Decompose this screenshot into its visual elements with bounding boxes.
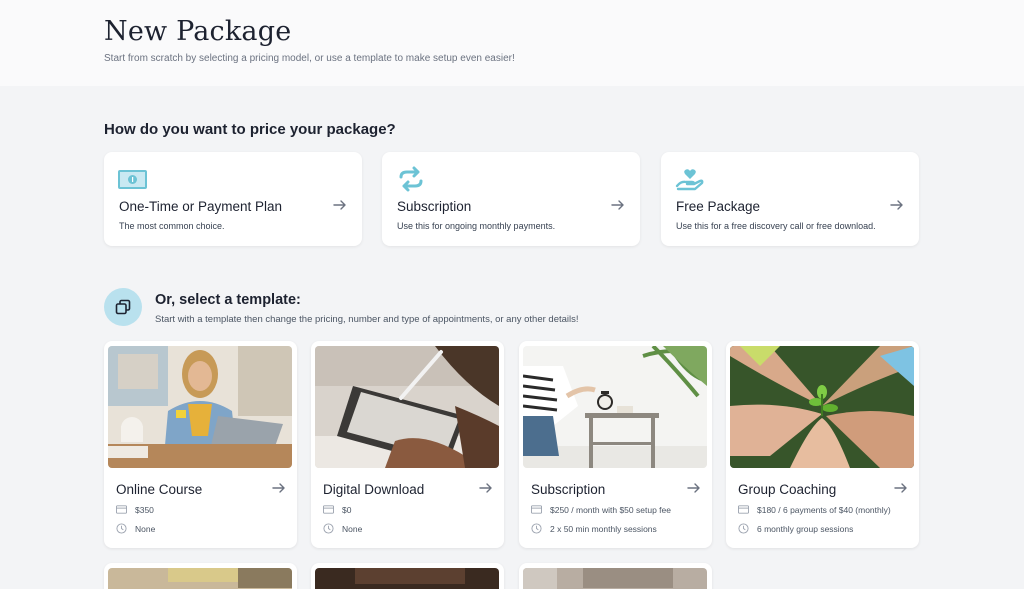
arrow-right-icon	[479, 483, 492, 493]
repeat-arrows-icon	[399, 166, 423, 192]
credit-card-icon	[116, 505, 127, 514]
clock-icon	[738, 523, 749, 534]
template-card-digital-download[interactable]: Digital Download $0 None	[311, 341, 504, 548]
credit-card-icon	[738, 505, 749, 514]
pricing-option-description: Use this for ongoing monthly payments.	[397, 221, 556, 231]
pricing-option-title: One-Time or Payment Plan	[119, 199, 283, 214]
template-name: Group Coaching	[738, 482, 837, 497]
pricing-option-subscription[interactable]: Subscription Use this for ongoing monthl…	[382, 152, 640, 246]
template-card-partial[interactable]	[104, 563, 297, 589]
clock-icon	[323, 523, 334, 534]
template-photo	[108, 568, 292, 589]
template-photo	[315, 568, 499, 589]
pricing-heading: How do you want to price your package?	[104, 121, 396, 138]
template-price-text: $180 / 6 payments of $40 (monthly)	[757, 504, 891, 515]
template-sessions: None	[323, 523, 362, 534]
clock-icon	[116, 523, 127, 534]
money-bill-icon	[118, 170, 147, 189]
pricing-option-title: Subscription	[397, 199, 472, 214]
hands-plant-photo	[730, 346, 914, 468]
template-name: Subscription	[531, 482, 606, 497]
template-sessions-text: 2 x 50 min monthly sessions	[550, 523, 657, 534]
arrow-right-icon	[687, 483, 700, 493]
arrow-right-icon	[890, 200, 903, 210]
template-sessions: 2 x 50 min monthly sessions	[531, 523, 657, 534]
page-subtitle: Start from scratch by selecting a pricin…	[104, 53, 515, 64]
template-sessions-text: None	[135, 523, 156, 534]
tablet-stylus-photo	[315, 346, 499, 468]
template-photo	[523, 568, 707, 589]
pricing-option-free[interactable]: Free Package Use this for a free discove…	[661, 152, 919, 246]
template-price: $0	[323, 504, 351, 515]
pricing-option-description: The most common choice.	[119, 221, 225, 231]
template-card-partial[interactable]	[311, 563, 504, 589]
arrow-right-icon	[611, 200, 624, 210]
arrow-right-icon	[333, 200, 346, 210]
template-price-text: $250 / month with $50 setup fee	[550, 504, 671, 515]
template-price-text: $0	[342, 504, 352, 515]
template-sessions: 6 monthly group sessions	[738, 523, 853, 534]
arrow-right-icon	[894, 483, 907, 493]
page-header: New Package Start from scratch by select…	[0, 0, 1024, 86]
template-card-online-course[interactable]: Online Course $350 None	[104, 341, 297, 548]
template-price: $350	[116, 504, 154, 515]
template-card-subscription[interactable]: Subscription $250 / month with $50 setup…	[519, 341, 712, 548]
page-title: New Package	[104, 16, 292, 47]
pricing-option-one-time[interactable]: One-Time or Payment Plan The most common…	[104, 152, 362, 246]
template-price-text: $350	[135, 504, 154, 515]
template-price: $180 / 6 payments of $40 (monthly)	[738, 504, 891, 515]
template-sessions-text: 6 monthly group sessions	[757, 523, 854, 534]
template-name: Online Course	[116, 482, 203, 497]
templates-subheading: Start with a template then change the pr…	[155, 314, 579, 325]
template-card-group-coaching[interactable]: Group Coaching $180 / 6 payments of $40 …	[726, 341, 919, 548]
template-card-partial[interactable]	[519, 563, 712, 589]
credit-card-icon	[531, 505, 542, 514]
alarm-clock-photo	[523, 346, 707, 468]
credit-card-icon	[323, 505, 334, 514]
pricing-option-description: Use this for a free discovery call or fr…	[676, 221, 876, 231]
templates-heading: Or, select a template:	[155, 292, 301, 308]
pricing-option-title: Free Package	[676, 199, 761, 214]
woman-laptop-photo	[108, 346, 292, 468]
template-sessions-text: None	[342, 523, 363, 534]
template-sessions: None	[116, 523, 155, 534]
templates-icon-badge	[104, 288, 142, 326]
template-name: Digital Download	[323, 482, 425, 497]
template-price: $250 / month with $50 setup fee	[531, 504, 671, 515]
arrow-right-icon	[272, 483, 285, 493]
heart-hand-icon	[675, 169, 704, 191]
clock-icon	[531, 523, 542, 534]
copy-stack-icon	[115, 299, 131, 315]
